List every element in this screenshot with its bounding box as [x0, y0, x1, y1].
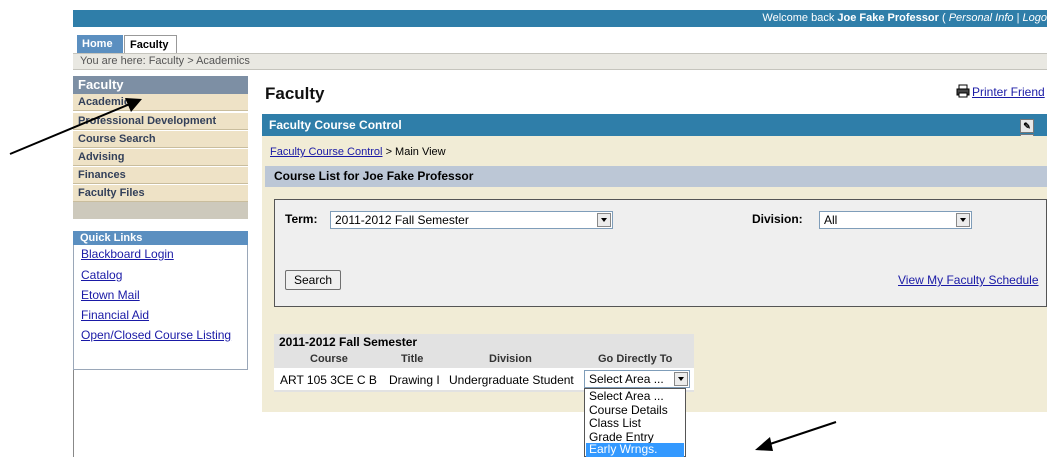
arrow-to-academics [9, 98, 142, 155]
arrow-to-early-warnings [755, 421, 837, 451]
annotation-arrows [9, 98, 837, 451]
